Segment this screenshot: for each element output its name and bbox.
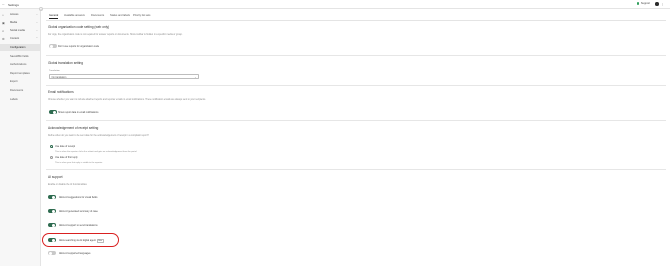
toggle-label-ai-languages: Allow AI supported languages xyxy=(59,251,91,255)
image-icon: ▣ xyxy=(2,20,5,25)
section-title-ai-support: AI support xyxy=(48,175,63,179)
highlight-circle xyxy=(42,233,119,247)
sidebar-item-content[interactable]: ⚙ Content ⌃ xyxy=(0,35,41,42)
toggle-label-email: Show report data in email notifications xyxy=(58,110,99,114)
sidebar-subitem-saved-bin-fields[interactable]: Saved/Bin fields xyxy=(0,53,41,60)
support-link[interactable]: Support xyxy=(636,2,650,6)
tab-divider xyxy=(46,19,666,21)
section-title-translation: Global translation setting xyxy=(48,61,84,65)
section-title-email: Email notifications xyxy=(48,90,74,94)
sidebar-item-label: Social media xyxy=(10,29,25,32)
sidebar-item-label: Media xyxy=(10,21,18,24)
chevron-down-icon: ⌄ xyxy=(194,75,197,79)
sidebar-subitem-label: Export xyxy=(10,80,18,83)
radio-label-date-of-first-reply: Use date of first reply xyxy=(55,156,78,160)
radio-label-date-of-receipt: Use date of receipt xyxy=(55,145,76,149)
sidebar-subitem-label: Labels xyxy=(10,98,18,101)
tab-available-answers[interactable]: Available answers xyxy=(64,14,85,17)
chevron-down-icon: ⌄ xyxy=(35,28,38,32)
toggle-ai-translations[interactable] xyxy=(48,223,56,228)
gear-icon: ⚙ xyxy=(2,36,5,41)
toggle-org-code[interactable] xyxy=(49,44,57,49)
toggle-label-org-code: Don't use reports for organization code xyxy=(58,44,100,48)
section-divider xyxy=(46,169,666,170)
translation-select-value: No translation xyxy=(51,76,67,79)
section-title-org-code: Global organization code setting (web on… xyxy=(48,25,110,29)
chevron-up-icon: ⌃ xyxy=(35,36,38,40)
sidebar-subitem-label: Configuration xyxy=(10,46,26,49)
kebab-icon[interactable]: ⋮ xyxy=(661,2,664,6)
sidebar-item-access[interactable]: ⌂ Access ⌄ xyxy=(0,11,41,18)
section-desc-acknowledgement: Define when do you want to be sent date … xyxy=(48,135,149,137)
sidebar-subitem-label: Saved/Bin fields xyxy=(10,55,29,58)
tab-priority-list-sets[interactable]: Priority list sets xyxy=(133,14,150,17)
section-divider xyxy=(46,120,666,121)
house-icon: ⌂ xyxy=(2,12,4,17)
toggle-knob xyxy=(52,223,56,227)
tab-general[interactable]: General xyxy=(49,14,59,19)
toggle-knob xyxy=(49,44,53,48)
radio-desc-date-of-first-reply: This is when your first reply is visible… xyxy=(55,161,103,164)
translation-field-label: Translation xyxy=(49,70,60,72)
sidebar-subitem-export[interactable]: Export xyxy=(0,78,41,85)
sidebar-item-media[interactable]: ▣ Media ⌄ xyxy=(0,19,41,26)
page-title: Settings xyxy=(8,2,19,7)
toggle-knob xyxy=(52,195,56,199)
sidebar-item-label: Access xyxy=(10,13,19,16)
chevron-down-icon: ⌄ xyxy=(35,20,38,24)
sidebar: ⌂ Access ⌄ ▣ Media ⌄ ∞ Social media ⌄ ⚙ … xyxy=(0,9,41,266)
sidebar-subitem-labels[interactable]: Labels xyxy=(0,96,41,103)
tab-documents[interactable]: Documents xyxy=(91,14,104,17)
toggle-email-report-data[interactable] xyxy=(49,110,57,115)
sidebar-subitem-configuration[interactable]: Configuration xyxy=(0,44,41,51)
avatar[interactable] xyxy=(655,2,659,6)
sidebar-item-social-media[interactable]: ∞ Social media ⌄ xyxy=(0,27,41,34)
support-label: Support xyxy=(640,2,650,6)
status-dot-icon xyxy=(636,2,640,5)
arrow-left-icon[interactable]: ← xyxy=(2,2,5,6)
section-desc-org-code: For orgs, the organization code is not r… xyxy=(48,34,183,36)
radio-date-of-first-reply[interactable] xyxy=(50,156,53,159)
toggle-ai-summary[interactable] xyxy=(48,209,56,214)
toggle-label-ai-translations: Allow AI support to send translations xyxy=(59,223,98,227)
section-divider xyxy=(46,85,666,86)
collapse-sidebar-button[interactable]: ‹ xyxy=(39,7,43,11)
toggle-ai-languages[interactable] xyxy=(48,251,56,256)
sidebar-subitem-documents[interactable]: Documents xyxy=(0,87,41,94)
sidebar-subitem-authorizations[interactable]: Authorizations xyxy=(0,61,41,68)
radio-desc-date-of-receipt: This is when the reporter clicks the sub… xyxy=(55,150,138,153)
translation-select[interactable]: No translation ⌄ xyxy=(49,74,199,79)
section-desc-email: Choose whether you want to include attac… xyxy=(48,99,206,101)
sidebar-item-label: Content xyxy=(10,37,20,40)
sidebar-subitem-label: Authorizations xyxy=(10,63,27,66)
section-desc-ai-support: Enable or disable the AI functionalities xyxy=(48,184,87,186)
sidebar-subitem-label: Report templates xyxy=(10,72,30,75)
section-divider xyxy=(46,55,666,56)
toggle-knob xyxy=(53,110,57,114)
toggle-knob xyxy=(48,251,52,255)
tab-status-and-labels[interactable]: Status and labels xyxy=(110,14,130,17)
toggle-ai-suggestions[interactable] xyxy=(48,195,56,200)
radio-date-of-receipt[interactable] xyxy=(50,145,53,148)
section-title-acknowledgement: Acknowledgement of receipt setting xyxy=(48,126,99,130)
sidebar-subitem-report-templates[interactable]: Report templates xyxy=(0,70,41,77)
top-bar: ← Settings Support ⋮ xyxy=(0,0,670,9)
sidebar-subitem-label: Documents xyxy=(10,89,24,92)
toggle-label-ai-suggestions: Allow AI suggestions for visual fields xyxy=(59,195,98,199)
toggle-knob xyxy=(52,209,56,213)
share-icon: ∞ xyxy=(2,28,5,33)
toggle-label-ai-summary: Allow AI generated summary of case xyxy=(59,209,98,213)
chevron-down-icon: ⌄ xyxy=(35,12,38,16)
